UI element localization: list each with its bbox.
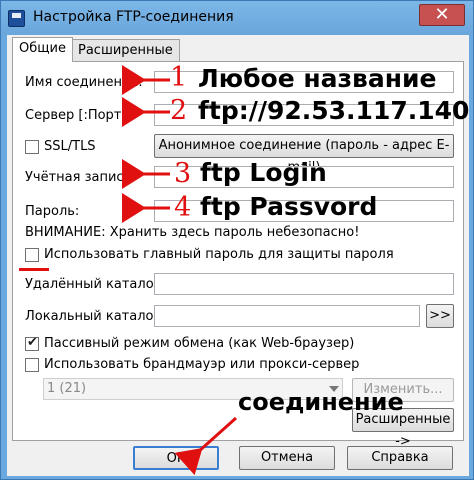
- annotation-number-1: 1: [170, 62, 188, 93]
- annotation-number-2: 2: [170, 95, 188, 126]
- annotation-text-3: ftp Login: [200, 158, 327, 187]
- password-label: Пароль:: [25, 204, 80, 219]
- server-label: Сервер [:Порт]:: [25, 108, 131, 123]
- annotation-connect-text: соединение: [238, 388, 404, 416]
- passive-mode-label: Пассивный режим обмена (как Web-браузер): [44, 336, 355, 351]
- remote-directory-input[interactable]: [154, 273, 454, 295]
- tab-advanced[interactable]: Расширенные: [71, 39, 180, 61]
- master-password-checkbox[interactable]: [25, 248, 39, 262]
- ok-button[interactable]: OK: [133, 446, 219, 470]
- remote-directory-label: Удалённый каталог:: [25, 277, 165, 292]
- help-button[interactable]: Справка: [347, 446, 453, 470]
- annotation-number-3: 3: [174, 158, 192, 189]
- annotation-text-2: ftp://92.53.117.140: [198, 96, 470, 125]
- connection-name-label: Имя соединения:: [25, 75, 143, 90]
- annotation-text-4: ftp Passvord: [200, 192, 378, 221]
- firewall-select-value: 1 (21): [47, 381, 87, 396]
- annotation-text-1: Любое название: [198, 64, 437, 93]
- passive-mode-checkbox[interactable]: [25, 335, 39, 351]
- ssl-checkbox[interactable]: [25, 140, 39, 154]
- anonymous-login-button[interactable]: Анонимное соединение (пароль - адрес E-m…: [154, 134, 454, 175]
- red-underline-mark: [19, 268, 49, 271]
- window-title: Настройка FTP-соединения: [33, 9, 234, 25]
- firewall-label: Использовать брандмауэр или прокси-серве…: [44, 357, 360, 372]
- firewall-checkbox[interactable]: [25, 358, 39, 372]
- title-bar: Настройка FTP-соединения ✕: [1, 1, 473, 35]
- account-label: Учётная запись:: [25, 170, 136, 185]
- close-button[interactable]: ✕: [419, 4, 465, 26]
- local-directory-label: Локальный каталог:: [25, 309, 165, 324]
- cancel-button[interactable]: Отмена: [239, 446, 335, 470]
- annotation-number-4: 4: [174, 192, 192, 223]
- local-directory-input[interactable]: [154, 305, 420, 327]
- ssl-label: SSL/TLS: [44, 139, 96, 154]
- tab-general[interactable]: Общие: [12, 37, 73, 62]
- floppy-disk-icon: [8, 10, 25, 27]
- master-password-label: Использовать главный пароль для защиты п…: [44, 247, 394, 262]
- browse-button[interactable]: >>: [426, 304, 454, 328]
- password-warning: ВНИМАНИЕ: Хранить здесь пароль небезопас…: [25, 225, 360, 240]
